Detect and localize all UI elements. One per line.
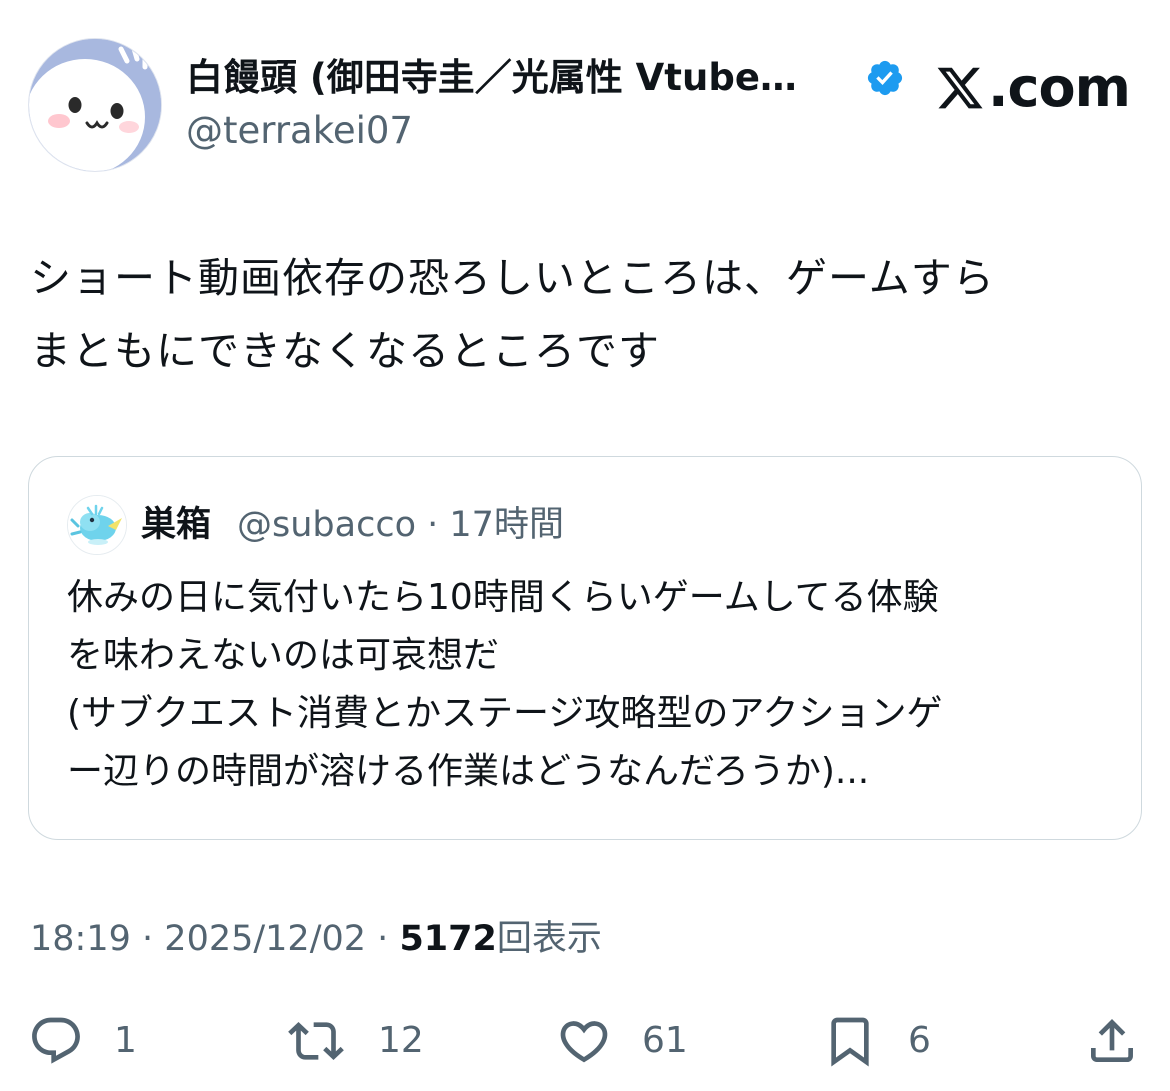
- bookmark-count: 6: [908, 1020, 931, 1061]
- x-com-logo: .com: [934, 56, 1131, 119]
- views-count: 5172: [399, 919, 497, 959]
- repost-button[interactable]: 12: [288, 1006, 424, 1076]
- like-button[interactable]: 61: [556, 1006, 688, 1076]
- quoted-text-line: を味わえないのは可哀想だ: [67, 635, 500, 676]
- reply-icon: [32, 1017, 80, 1064]
- share-icon: [1091, 1019, 1133, 1062]
- quoted-tweet-text: 休みの日に気付いたら10時間くらいゲームしてる体験 を味わえないのは可哀想だ (…: [67, 569, 1107, 801]
- repost-count: 12: [378, 1020, 424, 1061]
- bookmark-button[interactable]: 6: [822, 1006, 931, 1076]
- tweet-meta: 18:19 · 2025/12/02 · 5172回表示: [30, 914, 602, 964]
- quoted-author-meta: @subacco · 17時間: [237, 501, 564, 549]
- tweet-text-line: まともにできなくなるところです: [30, 327, 660, 375]
- bookmark-icon: [831, 1017, 869, 1067]
- reply-button[interactable]: 1: [28, 1006, 137, 1076]
- repost-icon: [288, 1022, 344, 1060]
- reply-count: 1: [114, 1020, 137, 1061]
- quoted-tweet-time[interactable]: 17時間: [449, 505, 564, 545]
- author-handle[interactable]: @terrakei07: [186, 108, 413, 154]
- tweet-text: ショート動画依存の恐ろしいところは、ゲームすら まともにできなくなるところです: [30, 242, 1140, 388]
- share-button[interactable]: [1084, 1006, 1140, 1076]
- meta-separator: ·: [142, 919, 154, 959]
- quoted-text-line: 休みの日に気付いたら10時間くらいゲームしてる体験: [67, 577, 939, 618]
- avatar-illustration: [29, 39, 161, 171]
- quoted-author-avatar: [67, 495, 127, 555]
- bird-avatar-illustration: [68, 496, 126, 554]
- heart-icon: [560, 1021, 608, 1063]
- tweet-text-line: ショート動画依存の恐ろしいところは、ゲームすら: [30, 254, 995, 302]
- x-logo-text: .com: [988, 56, 1131, 119]
- verified-badge-icon: [867, 60, 903, 96]
- tweet-time[interactable]: 18:19: [30, 919, 131, 959]
- quoted-tweet-card[interactable]: 巣箱 @subacco · 17時間 休みの日に気付いたら10時間くらいゲームし…: [28, 456, 1142, 840]
- quoted-author-name[interactable]: 巣箱: [141, 501, 211, 549]
- like-count: 61: [642, 1020, 688, 1061]
- meta-separator: ·: [427, 505, 439, 545]
- action-bar: 1 12 61 6: [0, 1006, 1170, 1076]
- tweet-date[interactable]: 2025/12/02: [164, 919, 366, 959]
- quoted-text-line: (サブクエスト消費とかステージ攻略型のアクションゲ: [67, 693, 943, 734]
- tweet-header: 白饅頭 (御田寺圭／光属性 Vtube… @terrakei07 .com: [0, 0, 1170, 200]
- author-avatar[interactable]: [28, 38, 162, 172]
- views-label: 回表示: [496, 919, 602, 959]
- author-display-name[interactable]: 白饅頭 (御田寺圭／光属性 Vtube…: [186, 54, 797, 102]
- quoted-text-line: ー辺りの時間が溶ける作業はどうなんだろうか)...: [67, 751, 870, 792]
- meta-separator: ·: [377, 919, 389, 959]
- quoted-author-handle[interactable]: @subacco: [237, 505, 416, 545]
- x-logo-icon: [937, 67, 983, 109]
